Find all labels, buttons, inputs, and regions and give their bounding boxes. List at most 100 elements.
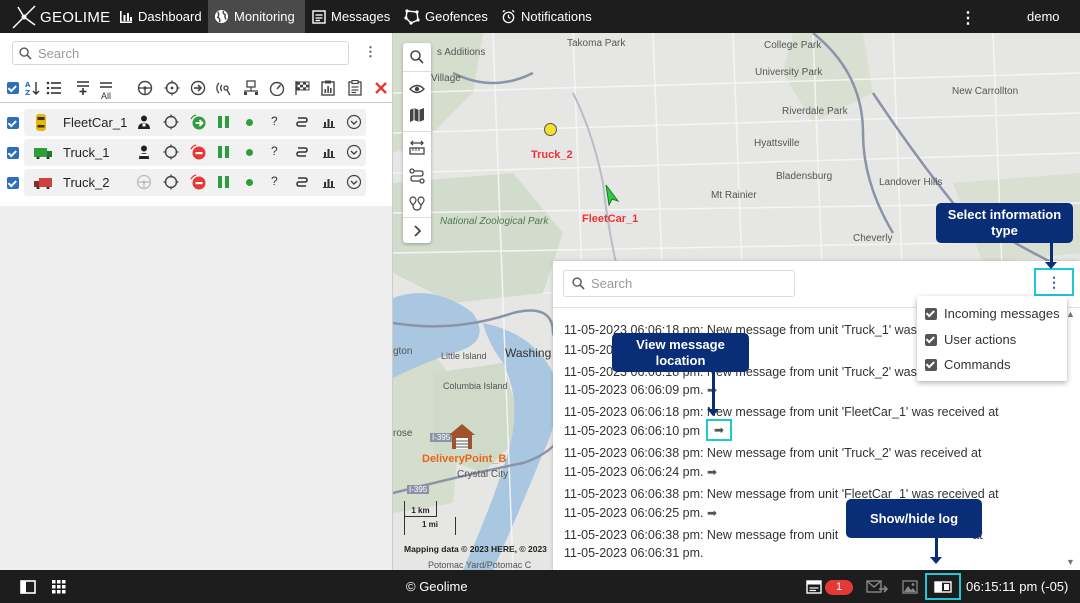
view-location-button-highlighted[interactable]: ➡ xyxy=(706,419,732,441)
notifications-inbox-icon[interactable] xyxy=(806,580,822,594)
remove-icon[interactable] xyxy=(373,80,389,96)
stats-icon[interactable] xyxy=(321,144,337,160)
moving-status-icon[interactable] xyxy=(190,114,206,130)
expand-row-icon[interactable] xyxy=(346,144,362,160)
checkbox[interactable] xyxy=(925,358,937,371)
stats-icon[interactable] xyxy=(321,114,337,130)
clipboard-list-icon[interactable] xyxy=(347,80,363,96)
locate-unit-icon[interactable] xyxy=(163,114,179,130)
delivery-point-label[interactable]: DeliveryPoint_B xyxy=(422,453,506,465)
pins-icon[interactable] xyxy=(409,196,425,212)
unit-checkbox[interactable] xyxy=(7,177,19,189)
map-attribution: Mapping data © 2023 HERE, © 2023 xyxy=(404,544,547,554)
driver-icon[interactable] xyxy=(136,114,152,130)
unit-row-truck-1[interactable]: Truck_1 ? xyxy=(0,139,392,167)
bottom-status-bar: © Geolime 1 06:15:11 pm (-05) xyxy=(0,570,1080,603)
log-entry-timestamp: 11-05-2023 06:06:24 pm. xyxy=(564,465,704,479)
units-toolbar: AZ All xyxy=(0,73,392,103)
connection-icon[interactable] xyxy=(243,80,259,96)
nav-geofences[interactable]: Geofences xyxy=(398,0,494,33)
steering-wheel-icon[interactable] xyxy=(137,80,153,96)
truck-2-marker[interactable] xyxy=(544,123,557,136)
locate-unit-icon[interactable] xyxy=(163,144,179,160)
signal-bars-icon[interactable] xyxy=(216,174,232,190)
log-search-input[interactable]: Search xyxy=(563,270,795,297)
checkbox[interactable] xyxy=(925,307,937,320)
log-scroll-down-icon[interactable]: ▼ xyxy=(1066,557,1075,567)
units-search-input[interactable]: Search xyxy=(12,41,349,65)
checkered-flag-icon[interactable] xyxy=(294,80,310,96)
view-location-arrow-icon[interactable]: ➡ xyxy=(707,506,717,520)
bar-chart-icon xyxy=(120,10,132,23)
user-menu[interactable]: demo xyxy=(1027,9,1060,24)
ruler-icon[interactable] xyxy=(409,140,425,156)
stats-icon[interactable] xyxy=(321,174,337,190)
show-hide-log-button[interactable] xyxy=(925,573,961,600)
info-type-commands[interactable]: Commands xyxy=(925,357,1010,372)
info-type-incoming-messages[interactable]: Incoming messages xyxy=(925,306,1060,321)
apps-grid-icon[interactable] xyxy=(52,580,66,594)
signal-bars-icon[interactable] xyxy=(216,114,232,130)
units-menu-icon[interactable]: ⋮ xyxy=(364,44,377,60)
geofence-icon xyxy=(404,8,420,25)
sort-az-icon[interactable]: AZ xyxy=(25,80,41,96)
driver-icon[interactable] xyxy=(136,144,152,160)
select-all-checkbox[interactable] xyxy=(7,82,19,94)
add-unit-icon[interactable] xyxy=(75,80,91,96)
log-entry-text: 11-05-2023 06:06:10 pm xyxy=(564,424,700,438)
fleetcar-direction-arrow-icon[interactable] xyxy=(604,184,620,206)
route-icon[interactable] xyxy=(294,144,310,160)
map-layers-icon[interactable] xyxy=(409,107,425,123)
unit-name: FleetCar_1 xyxy=(63,115,128,130)
map-label-washington: Washing xyxy=(505,346,552,360)
route-icon[interactable] xyxy=(294,174,310,190)
unit-row-fleetcar-1[interactable]: FleetCar_1 ? xyxy=(0,109,392,137)
info-type-user-actions[interactable]: User actions xyxy=(925,332,1016,347)
mail-forward-icon[interactable] xyxy=(866,579,888,594)
toggle-sidebar-icon[interactable] xyxy=(20,580,36,594)
map-label-village: Village xyxy=(431,73,461,84)
log-entry-text: 11-05-2023 06:06:18 pm: New message from… xyxy=(564,405,999,419)
nav-monitoring[interactable]: Monitoring xyxy=(208,0,305,33)
expand-row-icon[interactable] xyxy=(346,114,362,130)
warehouse-icon[interactable] xyxy=(447,421,477,451)
locate-unit-icon[interactable] xyxy=(163,174,179,190)
motion-state-icon[interactable] xyxy=(190,80,206,96)
nav-dashboard[interactable]: Dashboard xyxy=(113,0,208,33)
crosshair-icon[interactable] xyxy=(164,80,180,96)
nav-messages[interactable]: Messages xyxy=(306,0,396,33)
no-driver-icon[interactable] xyxy=(136,174,152,190)
stopped-status-icon[interactable] xyxy=(190,174,206,190)
route-planner-icon[interactable] xyxy=(409,168,425,184)
signal-bars-icon[interactable] xyxy=(216,144,232,160)
log-entry-text: 11-05-2023 06:06:31 pm. xyxy=(564,546,704,560)
speedometer-icon[interactable] xyxy=(269,80,285,96)
expand-row-icon[interactable] xyxy=(346,174,362,190)
gps-signal-icon[interactable] xyxy=(216,80,232,96)
log-scroll-up-icon[interactable]: ▲ xyxy=(1066,309,1075,319)
report-icon[interactable] xyxy=(320,80,336,96)
show-all-button[interactable]: All xyxy=(97,77,115,101)
info-type-menu-icon[interactable]: ⋮ xyxy=(1034,268,1074,296)
checkbox[interactable] xyxy=(925,333,937,346)
fleetcar-1-map-label[interactable]: FleetCar_1 xyxy=(582,213,638,225)
view-location-arrow-icon[interactable]: ➡ xyxy=(707,465,717,479)
notification-count-badge[interactable]: 1 xyxy=(825,580,853,595)
unit-checkbox[interactable] xyxy=(7,147,19,159)
unit-row-truck-2[interactable]: Truck_2 ? xyxy=(0,169,392,197)
truck-2-map-label[interactable]: Truck_2 xyxy=(531,149,573,161)
more-options-icon[interactable]: ⋮ xyxy=(960,8,976,28)
map-search-icon[interactable] xyxy=(409,49,425,65)
unit-checkbox[interactable] xyxy=(7,117,19,129)
stopped-status-icon[interactable] xyxy=(190,144,206,160)
geolime-logo[interactable]: GEOLIME xyxy=(10,2,110,32)
image-icon[interactable] xyxy=(902,580,918,594)
callout-select-info-type: Select information type xyxy=(936,203,1073,243)
map-label-university-park: University Park xyxy=(755,67,823,78)
list-view-icon[interactable] xyxy=(46,80,62,96)
expand-tools-icon[interactable] xyxy=(409,223,425,239)
route-icon[interactable] xyxy=(294,114,310,130)
nav-notifications[interactable]: Notifications xyxy=(495,0,598,33)
visibility-eye-icon[interactable] xyxy=(409,81,425,97)
map-label-hyattsville: Hyattsville xyxy=(754,138,800,149)
